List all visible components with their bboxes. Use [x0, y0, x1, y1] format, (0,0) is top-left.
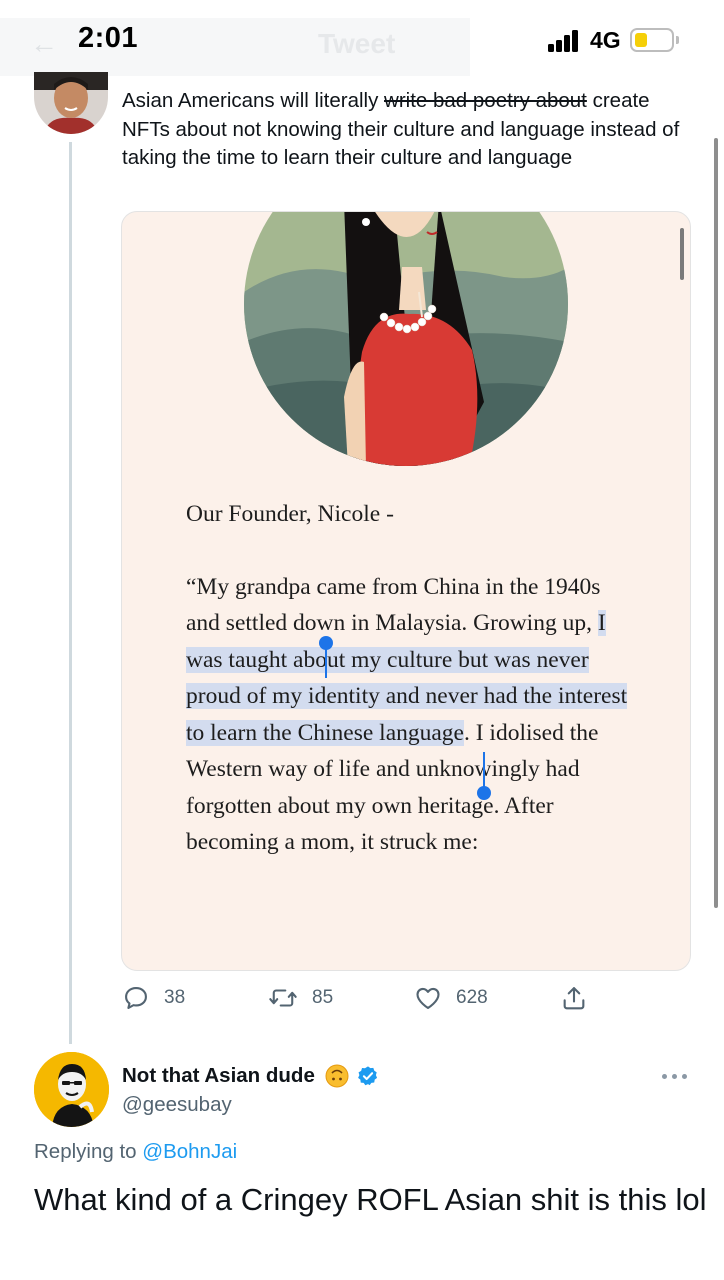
upside-down-face-emoji-icon — [325, 1064, 349, 1088]
reply-tweet-text: What kind of a Cringey ROFL Asian shit i… — [34, 1182, 707, 1217]
tweet-actions: 38 85 628 — [122, 982, 602, 1018]
thread-line — [69, 142, 72, 1044]
founder-portrait-illustration — [244, 212, 568, 466]
header-underlay — [0, 18, 470, 76]
retweet-icon — [269, 989, 297, 1007]
retweet-count: 85 — [312, 987, 334, 1008]
founder-heading: Our Founder, Nicole - — [186, 501, 394, 527]
reply-author-avatar[interactable] — [34, 1052, 109, 1127]
like-icon — [416, 987, 440, 1009]
tweet-media-image[interactable]: Our Founder, Nicole - “My grandpa came f… — [121, 211, 691, 971]
tweet-struck-text: write bad poetry about — [384, 89, 587, 112]
page-scrollbar[interactable] — [714, 138, 718, 908]
media-scrollbar[interactable] — [680, 228, 684, 280]
reply-author-handle[interactable]: @geesubay — [122, 1093, 232, 1117]
founder-quote: “My grandpa came from China in the 1940s… — [186, 569, 636, 861]
quoted-tweet-text: Asian Americans will literally write bad… — [122, 87, 702, 173]
header-title: Tweet — [318, 28, 396, 59]
network-type: 4G — [590, 27, 621, 53]
replying-to-label: Replying to — [34, 1140, 137, 1163]
selection-end-caret — [483, 752, 485, 788]
tweet-text-start: Asian Americans will literally — [122, 89, 385, 112]
status-bar: ← Tweet 2:01 4G — [0, 0, 724, 80]
share-icon — [563, 987, 585, 1010]
verified-badge-icon — [357, 1066, 377, 1086]
quote-text-start: “My grandpa came from China in the 1940s… — [186, 573, 601, 637]
replying-to-mention[interactable]: @BohnJai — [142, 1140, 237, 1163]
reply-icon — [125, 987, 147, 1009]
battery-icon — [630, 28, 679, 52]
signal-icon — [548, 30, 582, 52]
status-time: 2:01 — [78, 22, 139, 54]
back-arrow-icon[interactable]: ← — [30, 28, 58, 60]
author-avatar[interactable] — [34, 72, 108, 134]
like-count: 628 — [456, 987, 488, 1008]
reply-author-name-row[interactable]: Not that Asian dude — [122, 1064, 379, 1088]
media-text: Our Founder, Nicole - “My grandpa came f… — [186, 496, 636, 861]
like-button[interactable]: 628 — [414, 982, 488, 1014]
replying-to-line: Replying to @BohnJai — [34, 1140, 237, 1164]
more-options-icon[interactable] — [662, 1066, 692, 1086]
selection-start-handle[interactable] — [319, 636, 333, 650]
reply-count: 38 — [164, 987, 186, 1008]
reply-author-name: Not that Asian dude — [122, 1064, 315, 1087]
selection-end-handle[interactable] — [477, 786, 491, 800]
retweet-button[interactable]: 85 — [268, 982, 333, 1014]
reply-button[interactable]: 38 — [122, 982, 185, 1014]
share-button[interactable] — [560, 982, 588, 1014]
